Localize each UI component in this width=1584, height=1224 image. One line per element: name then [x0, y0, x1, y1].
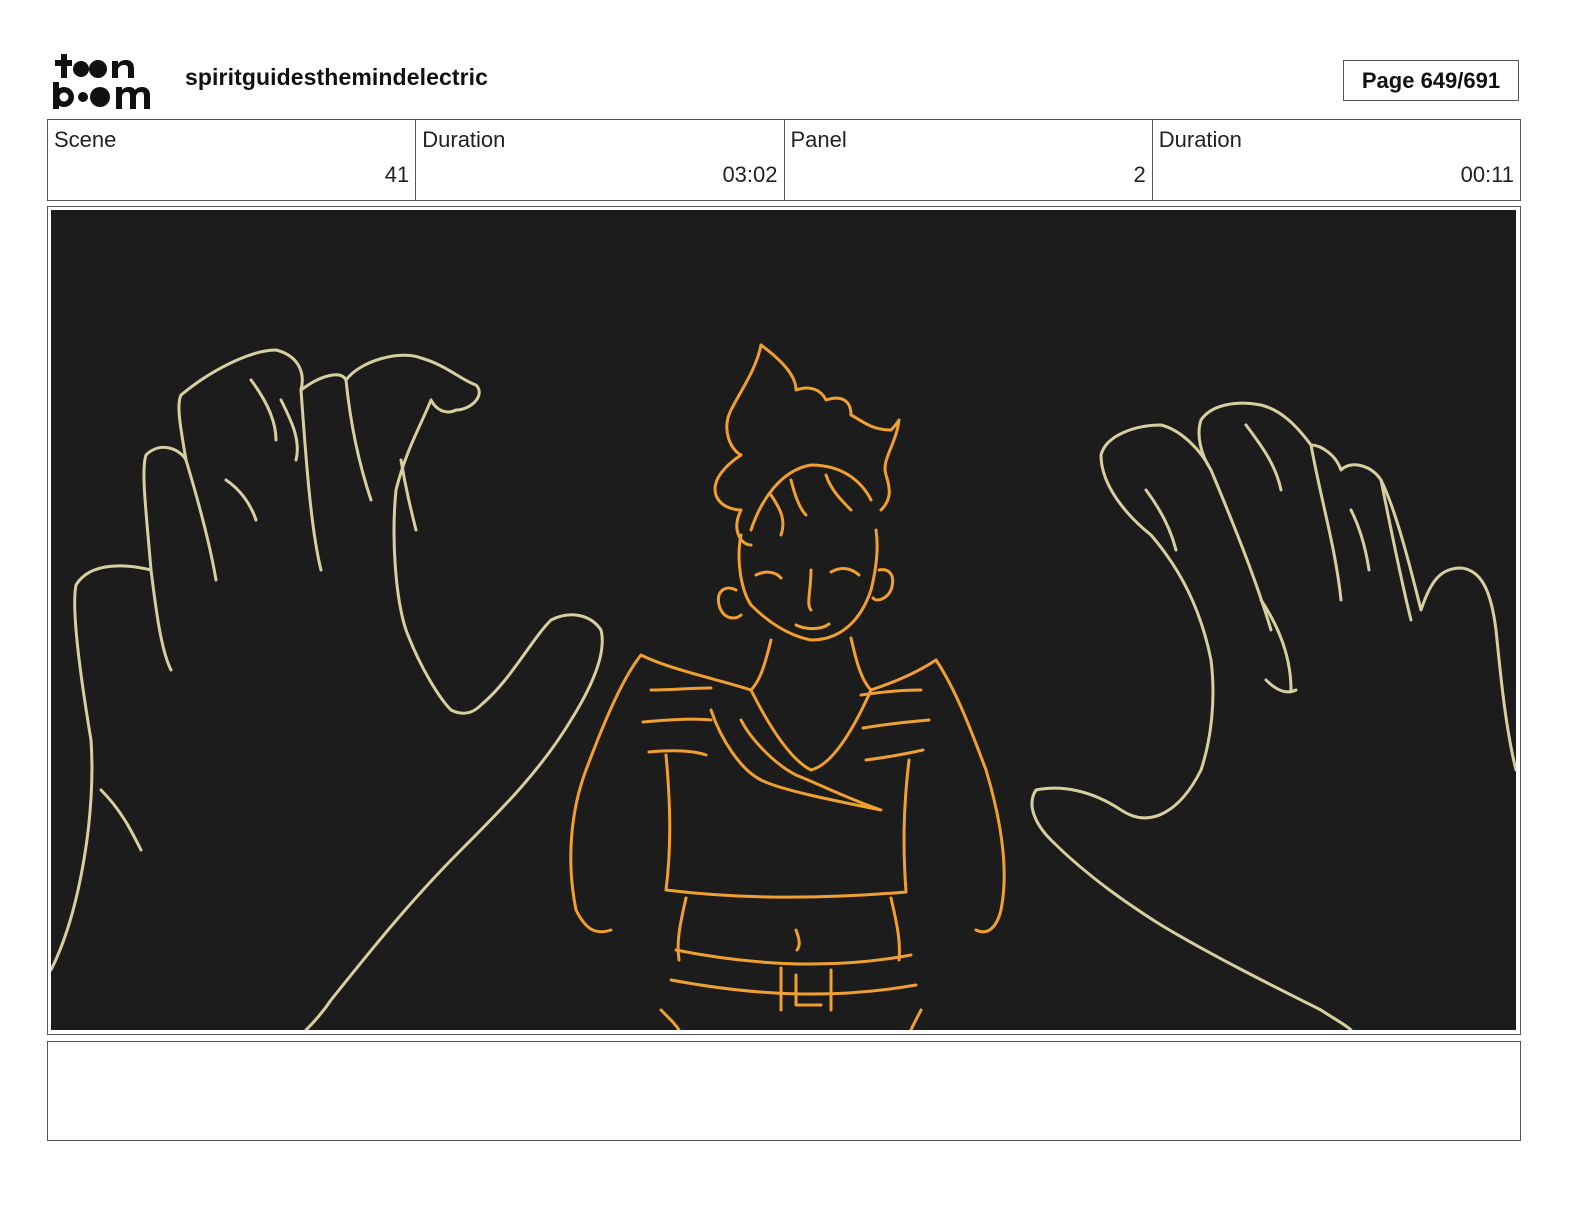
- panel-frame: [47, 206, 1521, 1035]
- left-hand-drawing: [51, 348, 604, 1030]
- scene-value: 41: [384, 162, 410, 187]
- page-number: Page 649/691: [1343, 60, 1519, 101]
- scene-duration-value: 03:02: [722, 162, 778, 187]
- project-title: spiritguidesthemindelectric: [185, 64, 489, 90]
- scene-duration-cell: Duration 03:02: [416, 120, 785, 200]
- panel-cell: Panel 2: [785, 120, 1153, 200]
- panel-duration-label: Duration: [1158, 127, 1242, 152]
- storyboard-drawing: [51, 210, 1516, 1030]
- panel-value: 2: [1133, 162, 1146, 187]
- panel-duration-cell: Duration 00:11: [1153, 120, 1520, 200]
- character-figure-drawing: [569, 343, 1006, 1030]
- right-hand-drawing: [1030, 401, 1516, 1030]
- scene-cell: Scene 41: [48, 120, 417, 200]
- panel-notes-box: [47, 1041, 1521, 1141]
- panel-duration-value: 00:11: [1460, 162, 1514, 187]
- toon-boom-logo: [50, 50, 162, 112]
- scene-label: Scene: [54, 127, 117, 152]
- panel-label: Panel: [790, 127, 847, 152]
- scene-duration-label: Duration: [422, 127, 506, 152]
- panel-info-table: Scene 41 Duration 03:02 Panel 2 Duration…: [47, 119, 1521, 201]
